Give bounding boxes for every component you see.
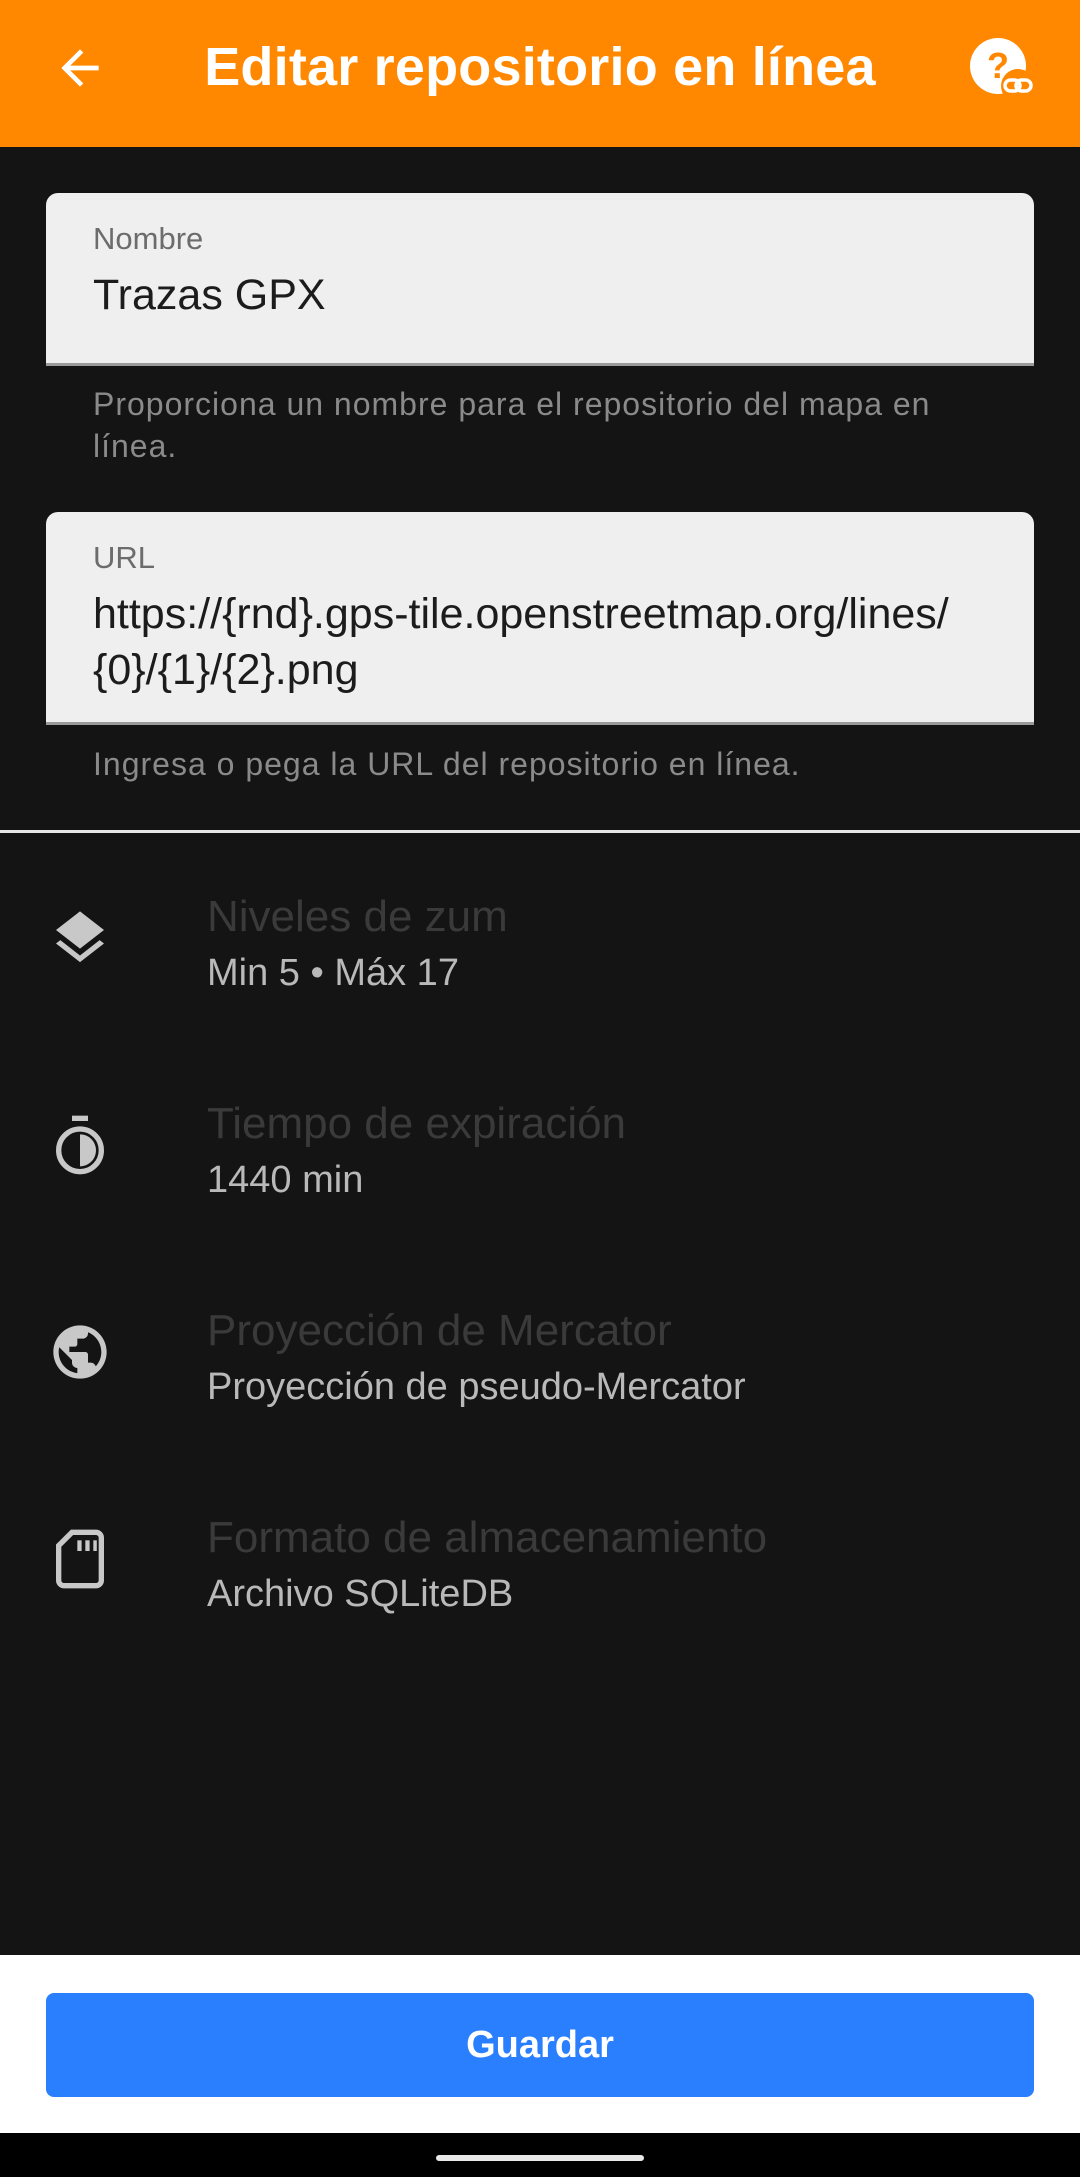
- setting-title: Formato de almacenamiento: [207, 1513, 768, 1562]
- name-helper-text: Proporciona un nombre para el repositori…: [93, 386, 931, 464]
- setting-value: 1440 min: [207, 1159, 364, 1201]
- name-field-label: Nombre: [93, 221, 204, 256]
- timer-icon: [48, 1113, 112, 1177]
- globe-icon: [48, 1320, 112, 1384]
- setting-storage-format[interactable]: Formato de almacenamiento Archivo SQLite…: [0, 1491, 1080, 1691]
- setting-zoom-levels[interactable]: Niveles de zum Min 5 • Máx 17: [0, 870, 1080, 1070]
- url-field-value: https://{rnd}.gps-tile.openstreetmap.org…: [93, 590, 949, 694]
- layers-icon: [48, 906, 112, 970]
- app-bar: Editar repositorio en línea ?: [0, 0, 1080, 147]
- save-button[interactable]: Guardar: [46, 1993, 1034, 2097]
- section-divider: [0, 830, 1080, 833]
- setting-expiration-time[interactable]: Tiempo de expiración 1440 min: [0, 1077, 1080, 1277]
- app-screen: Editar repositorio en línea ? Nombre Tra…: [0, 0, 1080, 2177]
- setting-title: Niveles de zum: [207, 892, 508, 941]
- setting-value: Min 5 • Máx 17: [207, 952, 459, 994]
- setting-value: Archivo SQLiteDB: [207, 1573, 514, 1615]
- name-field[interactable]: Nombre Trazas GPX: [46, 193, 1034, 366]
- help-button[interactable]: ?: [964, 32, 1044, 112]
- url-helper-text: Ingresa o pega la URL del repositorio en…: [93, 746, 801, 782]
- setting-title: Tiempo de expiración: [207, 1099, 627, 1148]
- setting-value: Proyección de pseudo-Mercator: [207, 1366, 746, 1408]
- system-navigation-bar: [0, 2133, 1080, 2177]
- bottom-action-bar: Guardar: [0, 1955, 1080, 2133]
- url-field[interactable]: URL https://{rnd}.gps-tile.openstreetmap…: [46, 512, 1034, 725]
- gesture-handle[interactable]: [436, 2155, 644, 2161]
- sd-card-icon: [48, 1527, 112, 1591]
- setting-title: Proyección de Mercator: [207, 1306, 672, 1355]
- page-title: Editar repositorio en línea: [204, 37, 876, 97]
- help-link-icon: ?: [970, 38, 1035, 103]
- setting-mercator-projection[interactable]: Proyección de Mercator Proyección de pse…: [0, 1284, 1080, 1484]
- name-field-value: Trazas GPX: [93, 271, 326, 319]
- url-field-label: URL: [93, 540, 156, 575]
